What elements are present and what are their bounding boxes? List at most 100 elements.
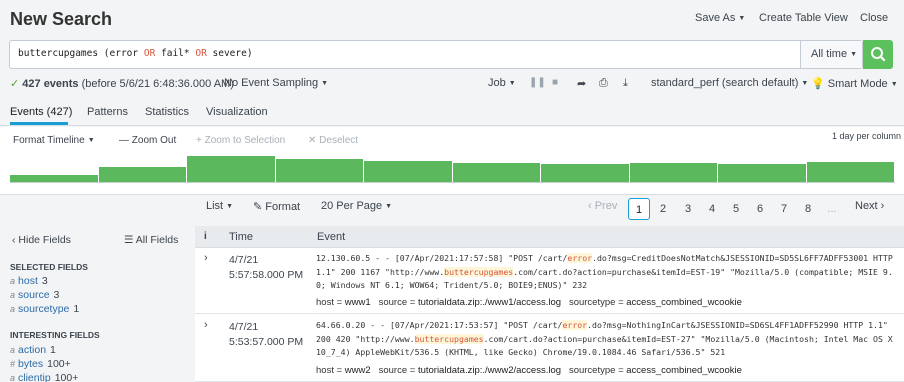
tab-visualization[interactable]: Visualization — [206, 106, 268, 118]
list-icon: ☰ — [124, 234, 134, 246]
page-7-button[interactable]: 7 — [773, 198, 795, 220]
field-type: a — [10, 290, 16, 300]
page-4-button[interactable]: 4 — [701, 198, 723, 220]
format-button[interactable]: ✎ Format — [253, 200, 300, 213]
event-text: 0; Windows NT 6.1; WOW64; Trident/5.0; B… — [316, 280, 588, 290]
field-item[interactable]: a action 1 — [10, 344, 56, 356]
active-tab-indicator — [10, 122, 68, 125]
selected-fields-heading: SELECTED FIELDS — [10, 262, 88, 272]
timeline-bar[interactable] — [98, 167, 187, 182]
interesting-fields-heading: INTERESTING FIELDS — [10, 330, 100, 340]
event-text: 64.66.0.20 - - [07/Apr/2021:17:53:57] "P… — [316, 320, 563, 330]
timeline-bar[interactable] — [187, 156, 276, 182]
event-time: 5:53:57.000 PM — [229, 336, 304, 348]
host-label: host = — [316, 297, 345, 308]
event-date: 4/7/21 — [229, 254, 259, 266]
prev-page-button[interactable]: ‹ Prev — [588, 200, 617, 212]
save-as-menu[interactable]: Save As ▼ — [695, 12, 745, 24]
source-field[interactable]: source = tutorialdata.zip:./www2/access.… — [379, 365, 561, 376]
time-column-header[interactable]: Time — [229, 231, 253, 243]
field-item[interactable]: a clientip 100+ — [10, 372, 78, 382]
print-icon[interactable]: ⎙ — [599, 77, 608, 90]
event-column-header[interactable]: Event — [317, 231, 345, 243]
field-item[interactable]: a sourcetype 1 — [10, 303, 79, 315]
page-8-button[interactable]: 8 — [797, 198, 819, 220]
chevron-right-icon[interactable]: › — [204, 319, 208, 331]
events-before: (before 5/6/21 6:48:36.000 AM) — [81, 78, 234, 90]
next-page-button[interactable]: Next › — [855, 200, 884, 212]
all-fields-button[interactable]: ☰ All Fields — [124, 234, 178, 246]
share-icon[interactable]: ➦ — [577, 77, 586, 90]
timeline-bar[interactable] — [806, 161, 895, 182]
timeline-bar[interactable] — [275, 159, 364, 182]
timeline-histogram[interactable] — [10, 155, 895, 182]
page-5-button[interactable]: 5 — [725, 198, 747, 220]
create-table-view-link[interactable]: Create Table View — [759, 12, 848, 24]
source-field[interactable]: source = tutorialdata.zip:./www1/access.… — [379, 297, 561, 308]
field-item[interactable]: a source 3 — [10, 289, 59, 301]
export-icon[interactable]: ⤓ — [623, 77, 628, 90]
field-item[interactable]: # bytes 100+ — [10, 358, 71, 370]
pencil-icon: ✎ — [253, 201, 263, 213]
caret-down-icon: ▼ — [738, 15, 746, 22]
page-6-button[interactable]: 6 — [749, 198, 771, 220]
sourcetype-value: access_combined_wcookie — [626, 297, 742, 308]
timeline-bar[interactable] — [629, 163, 718, 182]
hide-fields-button[interactable]: ‹ Hide Fields — [12, 234, 71, 246]
search-button[interactable] — [863, 40, 893, 69]
stop-icon[interactable]: ■ — [552, 77, 558, 88]
close-link[interactable]: Close — [860, 12, 888, 24]
host-label: host = — [316, 365, 345, 376]
page-1-button[interactable]: 1 — [628, 198, 650, 220]
zoom-to-selection-button[interactable]: + Zoom to Selection — [196, 135, 285, 146]
info-column-header[interactable]: i — [204, 231, 207, 242]
page-2-button[interactable]: 2 — [652, 198, 674, 220]
chevron-right-icon[interactable]: › — [204, 252, 208, 264]
search-highlight: error — [567, 253, 593, 263]
search-query-input[interactable]: buttercupgames (error OR fail* OR severe… — [18, 48, 253, 59]
table-row[interactable]: › 4/7/21 5:53:57.000 PM 64.66.0.20 - - [… — [195, 315, 904, 382]
deselect-button[interactable]: ✕ Deselect — [308, 135, 358, 146]
smart-mode-menu[interactable]: 💡 Smart Mode ▼ — [811, 77, 898, 90]
event-sampling-menu[interactable]: No Event Sampling ▼ — [224, 77, 328, 89]
query-text: severe) — [206, 48, 253, 59]
per-page-menu[interactable]: 20 Per Page ▼ — [321, 200, 392, 212]
caret-down-icon: ▼ — [321, 80, 329, 87]
timeline-bar[interactable] — [452, 162, 541, 182]
page-3-button[interactable]: 3 — [677, 198, 699, 220]
timeline-bar[interactable] — [10, 175, 99, 182]
caret-down-icon: ▼ — [850, 51, 857, 58]
caret-down-icon: ▼ — [801, 80, 809, 87]
job-label: Job — [488, 77, 506, 89]
field-type: a — [10, 373, 16, 382]
timeline-panel: Format Timeline ▼ — Zoom Out + Zoom to Se… — [0, 127, 904, 195]
field-item[interactable]: a host 3 — [10, 275, 48, 287]
search-mode-menu[interactable]: standard_perf (search default) ▼ — [651, 77, 808, 89]
timeline-bar[interactable] — [364, 160, 453, 182]
format-timeline-menu[interactable]: Format Timeline ▼ — [13, 135, 95, 146]
save-as-label: Save As — [695, 12, 736, 24]
sourcetype-label: sourcetype = — [568, 297, 627, 308]
host-field[interactable]: host = www2 — [316, 365, 371, 376]
source-value: tutorialdata.zip:./www1/access.log — [417, 297, 562, 308]
tab-statistics[interactable]: Statistics — [145, 106, 189, 118]
timeline-bar[interactable] — [718, 163, 807, 182]
field-name: clientip — [18, 372, 51, 382]
field-count: 3 — [41, 275, 48, 287]
table-row[interactable]: › 4/7/21 5:57:58.000 PM 12.130.60.5 - - … — [195, 248, 904, 314]
sourcetype-field[interactable]: sourcetype = access_combined_wcookie — [569, 297, 742, 308]
time-range-picker[interactable]: All time ▼ — [800, 41, 862, 68]
events-count: 427 events — [22, 78, 79, 90]
list-view-menu[interactable]: List ▼ — [206, 200, 233, 212]
sourcetype-field[interactable]: sourcetype = access_combined_wcookie — [569, 365, 742, 376]
event-text: .do?msg=NothingInCart&JSESSIONID=SD6SL4F… — [587, 320, 888, 330]
caret-down-icon: ▼ — [890, 81, 898, 88]
timeline-bar[interactable] — [541, 164, 630, 182]
tab-patterns[interactable]: Patterns — [87, 106, 128, 118]
search-bar[interactable]: buttercupgames (error OR fail* OR severe… — [9, 40, 863, 69]
host-field[interactable]: host = www1 — [316, 297, 371, 308]
tab-events[interactable]: Events (427) — [10, 106, 72, 118]
pause-icon[interactable]: ❚❚ — [529, 77, 546, 88]
zoom-out-button[interactable]: — Zoom Out — [119, 135, 176, 146]
job-menu[interactable]: Job ▼ — [488, 77, 516, 89]
